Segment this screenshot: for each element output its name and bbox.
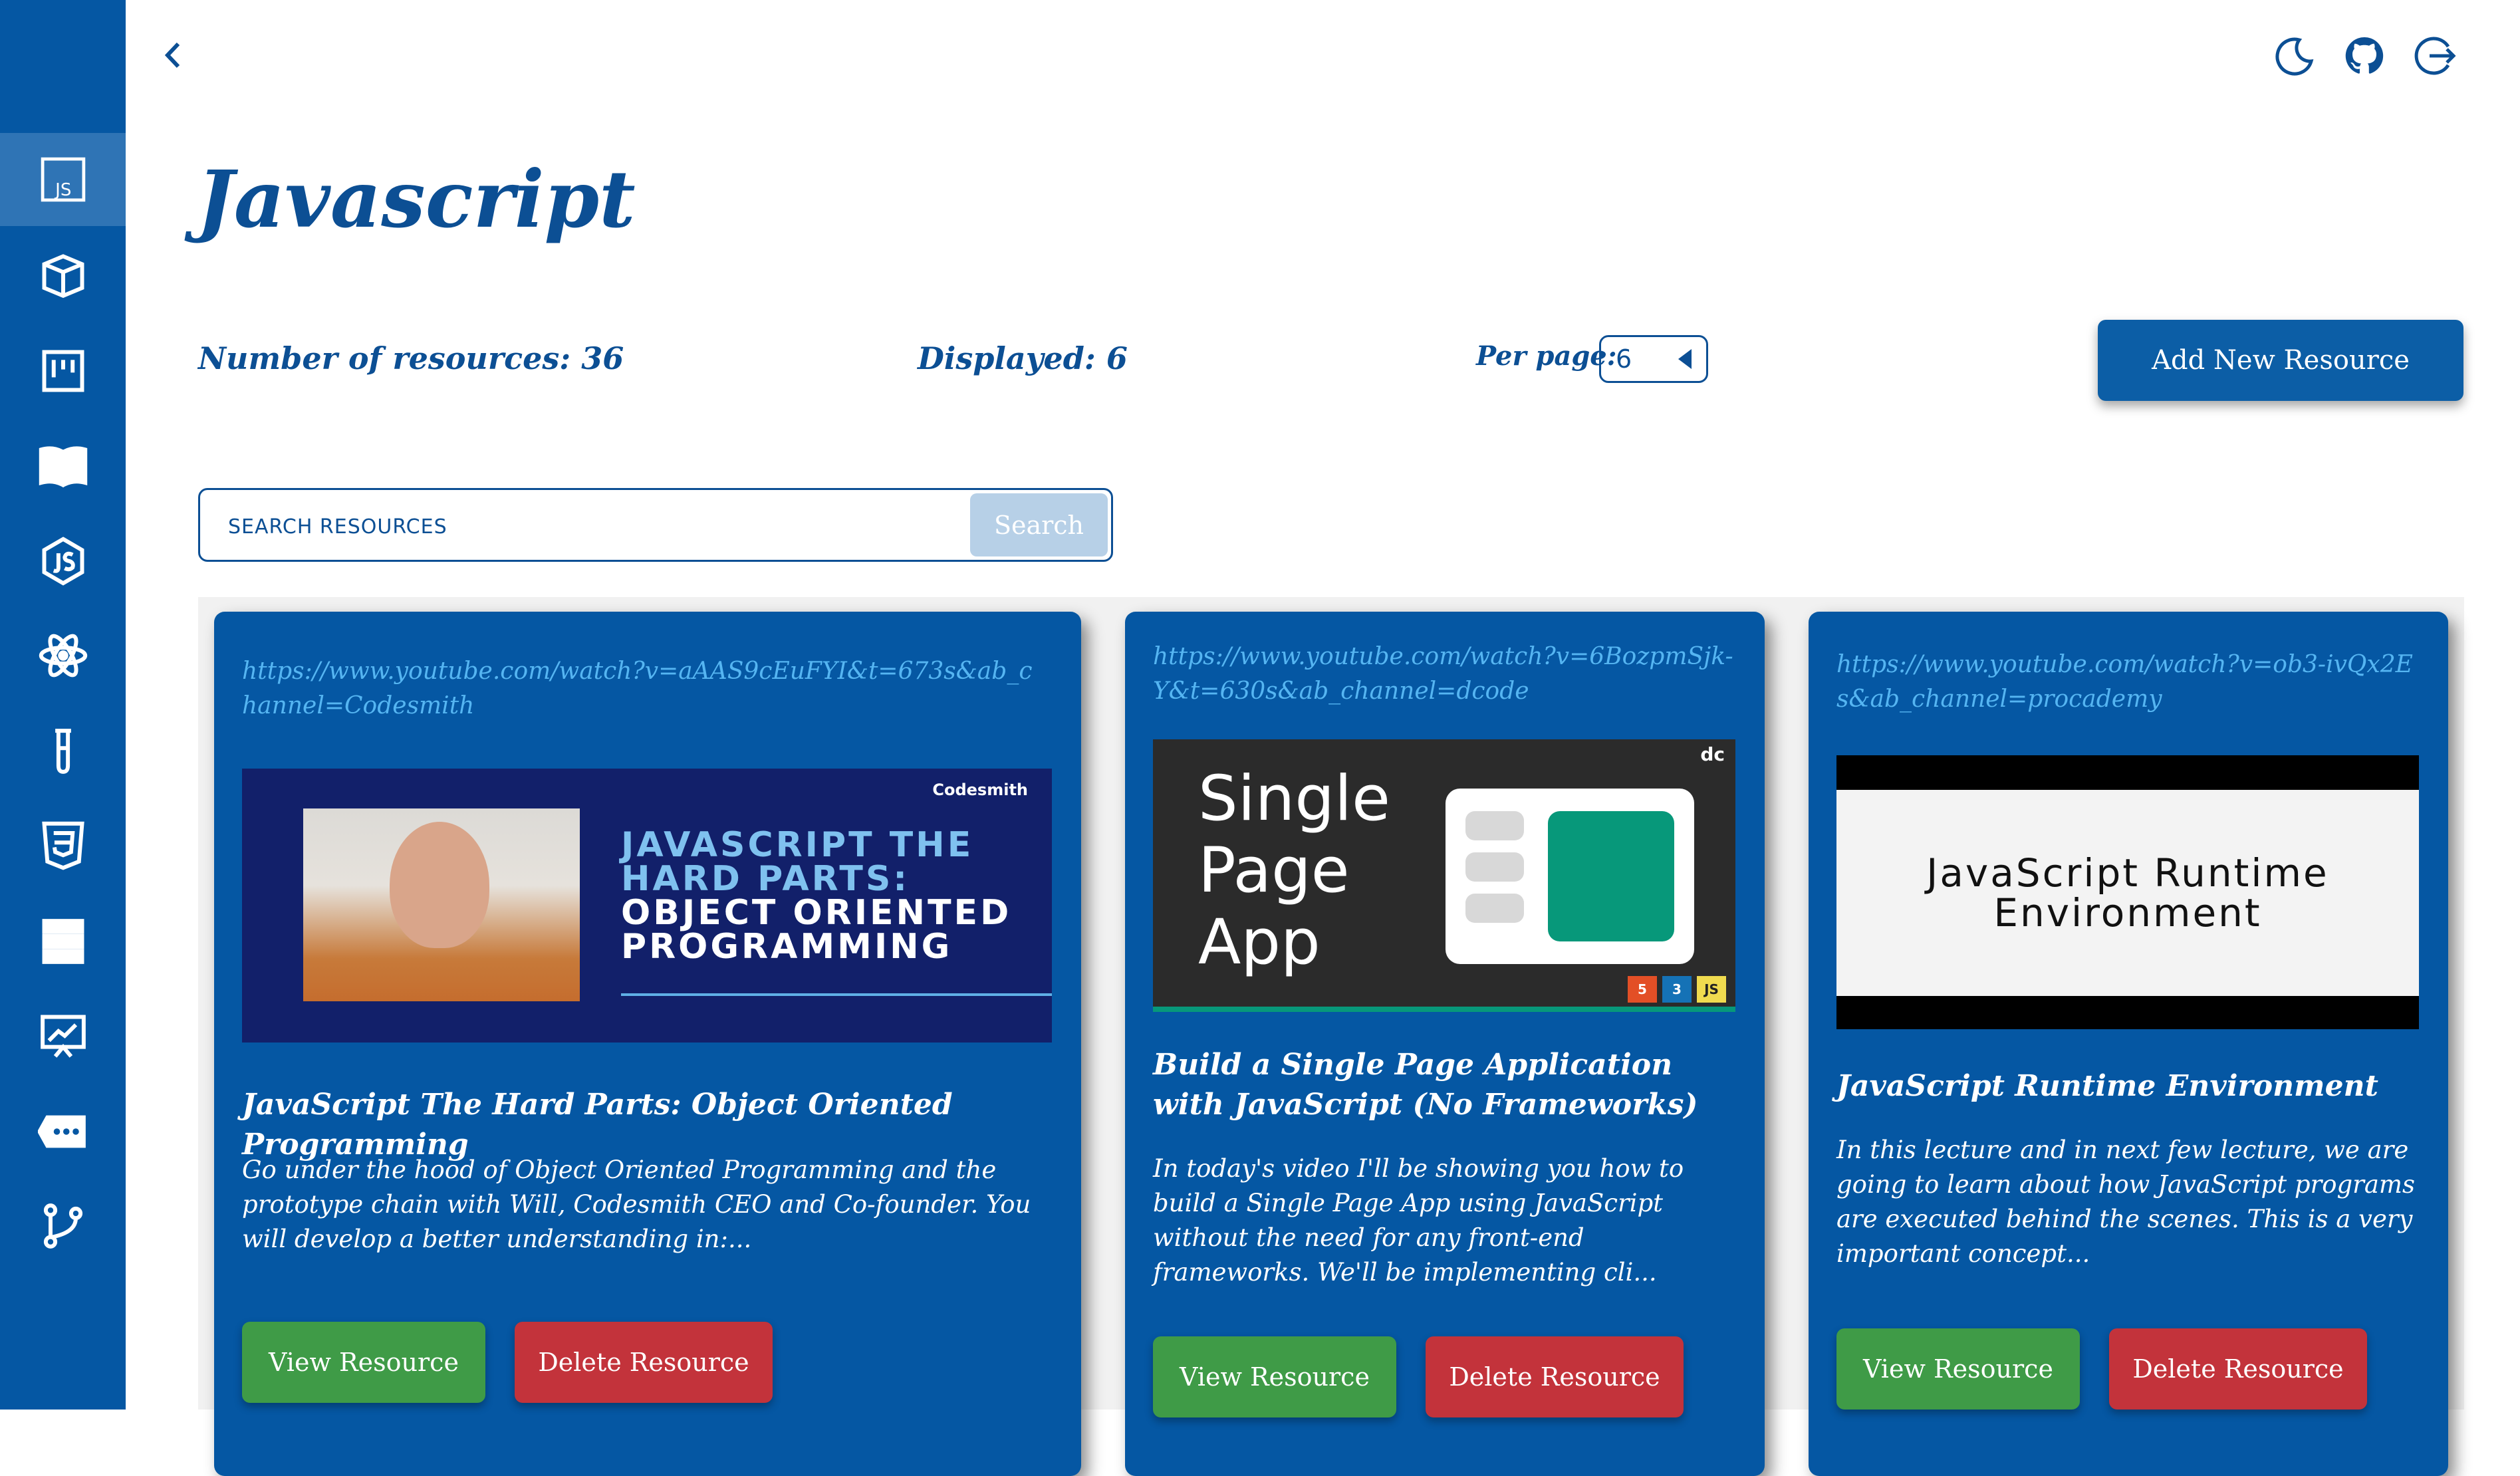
thumbnail-caption: Single Page App [1198, 763, 1390, 979]
github-button[interactable] [2340, 32, 2388, 80]
delete-resource-button[interactable]: Delete Resource [515, 1322, 773, 1403]
test-tube-icon [55, 729, 71, 774]
sidebar-item-package[interactable] [0, 229, 126, 322]
book-icon [39, 446, 87, 488]
presenter-photo [303, 808, 580, 1001]
resource-description: In this lecture and in next few lecture,… [1836, 1136, 2415, 1268]
more-icon [37, 1115, 86, 1148]
view-resource-button[interactable]: View Resource [1153, 1336, 1396, 1417]
thumbnail-underline [621, 993, 1052, 996]
thumbnail-text: Single [1198, 763, 1390, 835]
sidebar-item-board[interactable] [0, 324, 126, 418]
per-page-value: 6 [1616, 344, 1632, 374]
mockup-content [1548, 811, 1674, 941]
add-resource-button[interactable]: Add New Resource [2098, 320, 2463, 401]
resource-thumbnail[interactable]: Codesmith JAVASCRIPT THE HARD PARTS: OBJ… [242, 769, 1052, 1043]
delete-resource-button[interactable]: Delete Resource [1426, 1336, 1684, 1417]
resource-description: In today's video I'll be showing you how… [1153, 1154, 1684, 1287]
thumbnail-text: JavaScript Runtime [1926, 850, 2329, 896]
thumbnail-text: PROGRAMMING [621, 927, 953, 967]
resource-card: https://www.youtube.com/watch?v=aAAS9cEu… [214, 612, 1081, 1476]
back-button[interactable] [158, 37, 191, 73]
thumbnail-text: App [1198, 906, 1321, 979]
resource-description: Go under the hood of Object Oriented Pro… [242, 1156, 1031, 1253]
search-button[interactable]: Search [970, 493, 1108, 556]
search-input[interactable]: SEARCH RESOURCES [228, 515, 447, 539]
github-icon [2345, 37, 2384, 74]
codesmith-logo: Codesmith [932, 781, 1028, 799]
resource-link[interactable]: https://www.youtube.com/watch?v=ob3-ivQx… [1836, 648, 2422, 717]
mockup-bar [1465, 894, 1524, 923]
html5-icon: 5 [1628, 976, 1657, 1003]
mockup-bar [1465, 811, 1524, 840]
per-page-label: Per page: [1476, 340, 1617, 372]
react-icon [39, 634, 87, 677]
resource-link[interactable]: https://www.youtube.com/watch?v=6BozpmSj… [1153, 640, 1738, 709]
caret-left-icon [1678, 349, 1692, 369]
cube-icon [42, 254, 84, 299]
thumbnail-text: OBJECT ORIENTED [621, 893, 1012, 933]
logout-icon [2414, 37, 2456, 75]
sidebar-item-database[interactable] [0, 895, 126, 988]
thumbnail-text: JAVASCRIPT THE [621, 825, 974, 865]
resource-thumbnail[interactable]: JavaScript Runtime Environment [1836, 755, 2419, 1029]
js-icon: JS [1697, 976, 1726, 1003]
js-icon-label: JS [54, 180, 71, 200]
thumbnail-caption: JavaScript Runtime Environment [1836, 790, 2419, 996]
resource-card: https://www.youtube.com/watch?v=6BozpmSj… [1125, 612, 1765, 1476]
view-resource-button[interactable]: View Resource [1836, 1328, 2080, 1410]
sidebar-item-testing[interactable] [0, 705, 126, 798]
resource-count: Number of resources: 36 [198, 340, 624, 376]
sidebar-item-css[interactable] [0, 799, 126, 892]
resource-link[interactable]: https://www.youtube.com/watch?v=aAAS9cEu… [242, 654, 1040, 723]
per-page-select[interactable]: 6 [1599, 335, 1708, 383]
mockup-bar [1465, 852, 1524, 882]
search-bar: SEARCH RESOURCES Search [198, 488, 1113, 562]
kanban-icon [42, 350, 84, 392]
page-title: Javascript [197, 153, 636, 245]
sidebar-item-javascript[interactable]: JS [0, 133, 126, 226]
sidebar-item-docs[interactable] [0, 419, 126, 512]
sidebar-item-node[interactable] [0, 515, 126, 608]
sidebar-item-presentation[interactable] [0, 989, 126, 1082]
tech-badges: 5 3 JS [1628, 976, 1726, 1003]
sidebar: JS [0, 0, 126, 1410]
chart-board-icon [40, 1015, 86, 1058]
presenter-face [390, 822, 489, 948]
resource-title: Build a Single Page Application with Jav… [1153, 1048, 1698, 1122]
app-mockup [1446, 789, 1694, 964]
resource-card: https://www.youtube.com/watch?v=ob3-ivQx… [1809, 612, 2448, 1476]
thumbnail-caption: JAVASCRIPT THE HARD PARTS: OBJECT ORIENT… [621, 828, 1011, 964]
nodejs-icon [42, 537, 84, 586]
moon-icon [2275, 37, 2314, 76]
thumbnail-text: HARD PARTS: [621, 859, 910, 899]
sidebar-item-git[interactable] [0, 1179, 126, 1273]
thumbnail-underline [1153, 1007, 1735, 1012]
css3-icon: 3 [1662, 976, 1692, 1003]
displayed-count: Displayed: 6 [918, 340, 1128, 376]
sidebar-item-more[interactable] [0, 1085, 126, 1178]
css3-icon [41, 821, 84, 870]
thumbnail-text: Environment [1993, 890, 2262, 935]
server-icon [42, 919, 84, 964]
view-resource-button[interactable]: View Resource [242, 1322, 485, 1403]
resource-thumbnail[interactable]: dc Single Page App 5 3 JS [1153, 739, 1735, 1012]
resource-title: JavaScript Runtime Environment [1836, 1069, 2378, 1103]
js-icon: JS [41, 157, 85, 202]
sidebar-item-react[interactable] [0, 609, 126, 702]
delete-resource-button[interactable]: Delete Resource [2109, 1328, 2367, 1410]
back-icon [164, 42, 180, 68]
dcode-logo: dc [1700, 743, 1725, 765]
thumbnail-text: Page [1198, 834, 1350, 907]
git-branch-icon [43, 1203, 82, 1249]
logout-button[interactable] [2411, 32, 2459, 80]
theme-toggle-button[interactable] [2270, 32, 2318, 80]
